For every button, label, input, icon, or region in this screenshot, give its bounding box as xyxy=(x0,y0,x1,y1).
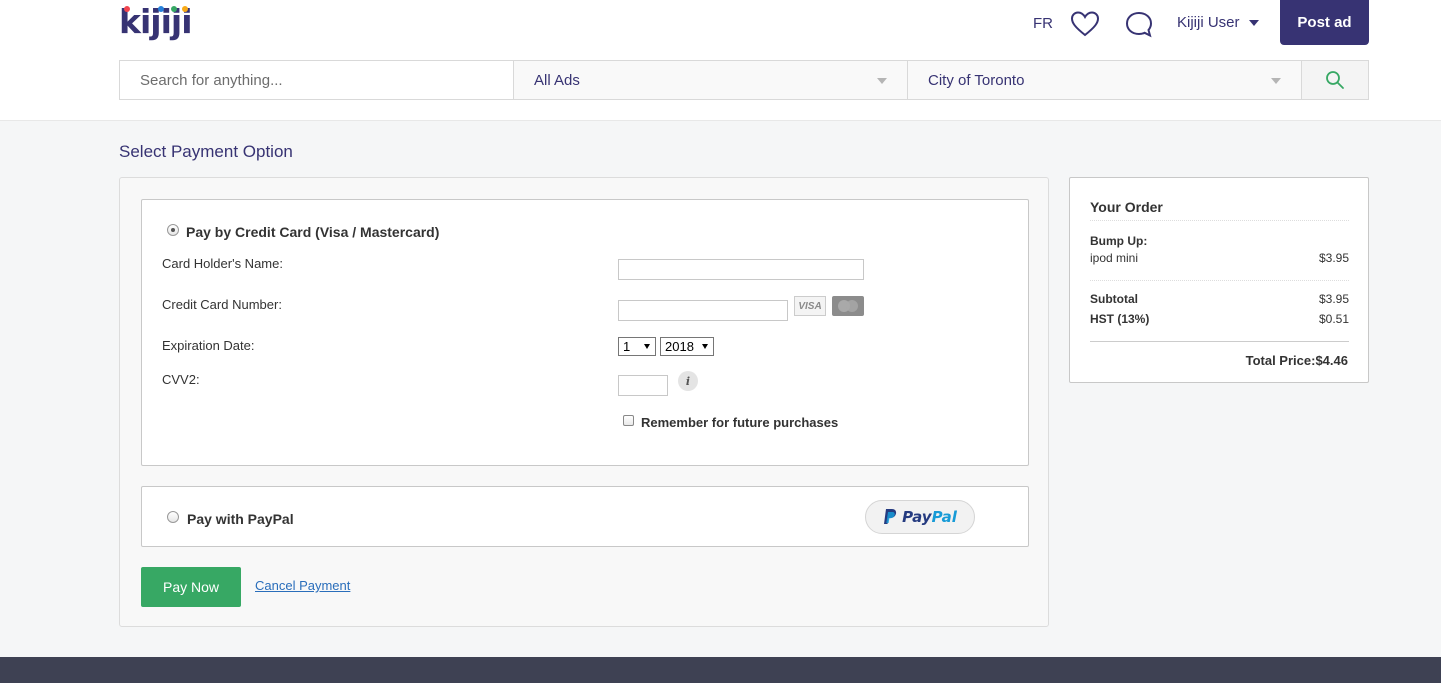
subtotal-label: Subtotal xyxy=(1090,292,1138,306)
order-title: Your Order xyxy=(1090,199,1163,215)
paypal-wordmark: PayPal xyxy=(902,508,957,526)
chevron-down-icon[interactable] xyxy=(1249,20,1259,26)
kijiji-logo[interactable]: kijiji xyxy=(119,2,193,41)
divider xyxy=(1090,341,1349,342)
tax-row: HST (13%) $0.51 xyxy=(1090,312,1349,326)
heart-icon[interactable] xyxy=(1070,10,1100,38)
cvv-field[interactable] xyxy=(618,375,668,396)
chevron-down-icon xyxy=(644,344,650,349)
expiry-year-select[interactable]: 2018 xyxy=(660,337,714,356)
chevron-down-icon xyxy=(702,344,708,349)
language-toggle[interactable]: FR xyxy=(1033,15,1053,32)
location-value: City of Toronto xyxy=(928,71,1025,89)
credit-card-option: Pay by Credit Card (Visa / Mastercard) C… xyxy=(141,199,1029,466)
order-item-heading: Bump Up: xyxy=(1090,234,1148,248)
remember-checkbox[interactable] xyxy=(623,415,634,426)
logo-dot-green xyxy=(171,6,177,12)
card-number-label: Credit Card Number: xyxy=(162,297,282,312)
info-icon[interactable]: i xyxy=(678,371,698,391)
paypal-option-label[interactable]: Pay with PayPal xyxy=(187,511,294,527)
location-select[interactable]: City of Toronto xyxy=(908,61,1302,99)
expiry-year-value: 2018 xyxy=(665,339,694,354)
expiry-month-select[interactable]: 1 xyxy=(618,337,656,356)
user-menu[interactable]: Kijiji User xyxy=(1177,14,1240,31)
visa-icon: VISA xyxy=(794,296,826,316)
subtotal-value: $3.95 xyxy=(1318,292,1349,306)
card-holder-field[interactable] xyxy=(618,259,864,280)
order-item-heading-row: Bump Up: xyxy=(1090,234,1349,248)
remember-label[interactable]: Remember for future purchases xyxy=(641,415,838,430)
logo-dot-red xyxy=(124,6,130,12)
order-item-price: $3.95 xyxy=(1318,251,1349,265)
payment-options-panel: Pay by Credit Card (Visa / Mastercard) C… xyxy=(119,177,1049,627)
page-title: Select Payment Option xyxy=(119,142,293,161)
category-value: All Ads xyxy=(534,71,580,89)
chevron-down-icon xyxy=(877,78,887,84)
total-value: $4.46 xyxy=(1315,353,1348,368)
cancel-payment-link[interactable]: Cancel Payment xyxy=(255,578,350,593)
paypal-option: Pay with PayPal PayPal xyxy=(141,486,1029,547)
site-header: kijiji FR Kijiji User Post ad Search for… xyxy=(0,0,1441,121)
tax-label: HST (13%) xyxy=(1090,312,1150,326)
card-holder-label: Card Holder's Name: xyxy=(162,256,283,271)
paypal-p-icon xyxy=(884,509,897,524)
search-icon xyxy=(1326,71,1344,89)
total-label: Total Price: xyxy=(1245,353,1316,368)
order-summary-panel: Your Order Bump Up: ipod mini $3.95 Subt… xyxy=(1069,177,1369,383)
order-item-row: ipod mini $3.95 xyxy=(1090,251,1349,265)
divider xyxy=(1090,220,1349,221)
chat-icon[interactable] xyxy=(1125,10,1153,38)
search-button[interactable] xyxy=(1302,61,1368,99)
site-footer xyxy=(0,657,1441,683)
mastercard-icon xyxy=(832,296,864,316)
total-price: Total Price:$4.46 xyxy=(1246,353,1348,368)
expiry-label: Expiration Date: xyxy=(162,338,255,353)
card-number-field[interactable] xyxy=(618,300,788,321)
order-item-name: ipod mini xyxy=(1090,251,1139,265)
paypal-wordmark-pal: Pal xyxy=(931,508,957,526)
expiry-month-value: 1 xyxy=(623,339,631,354)
search-input[interactable]: Search for anything... xyxy=(120,61,514,99)
divider xyxy=(1090,280,1349,281)
subtotal-row: Subtotal $3.95 xyxy=(1090,292,1349,306)
search-bar: Search for anything... All Ads City of T… xyxy=(119,60,1369,100)
logo-dot-blue xyxy=(158,6,164,12)
category-select[interactable]: All Ads xyxy=(514,61,908,99)
post-ad-button[interactable]: Post ad xyxy=(1280,0,1369,45)
cvv-label: CVV2: xyxy=(162,372,200,387)
chevron-down-icon xyxy=(1271,78,1281,84)
credit-card-option-label[interactable]: Pay by Credit Card (Visa / Mastercard) xyxy=(186,224,439,240)
logo-dot-yellow xyxy=(182,6,188,12)
paypal-wordmark-pay: Pay xyxy=(902,508,932,526)
tax-value: $0.51 xyxy=(1318,312,1349,326)
paypal-radio[interactable] xyxy=(167,511,179,523)
pay-now-button[interactable]: Pay Now xyxy=(141,567,241,607)
credit-card-radio[interactable] xyxy=(167,224,179,236)
paypal-logo-button[interactable]: PayPal xyxy=(865,500,975,534)
